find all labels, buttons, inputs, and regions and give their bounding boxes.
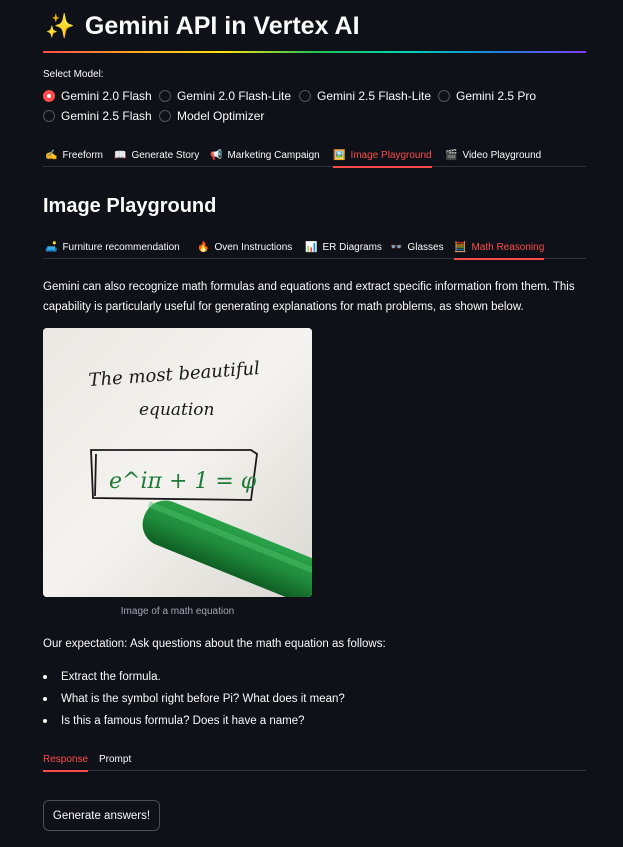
radio-indicator (159, 90, 171, 102)
tab-video-playground[interactable]: 🎬 Video Playground (445, 143, 541, 167)
tab-image-playground[interactable]: 🖼️ Image Playground (333, 143, 432, 168)
handwritten-line-2: equation (139, 400, 214, 420)
radio-gemini-2-5-flash-lite[interactable]: Gemini 2.5 Flash-Lite (299, 89, 431, 103)
page-title: ✨ Gemini API in Vertex AI (45, 12, 360, 41)
radio-indicator (299, 90, 311, 102)
radio-model-optimizer[interactable]: Model Optimizer (159, 109, 264, 123)
list-item: Extract the formula. (43, 668, 586, 690)
handwritten-formula: e^iπ + 1 = φ (109, 469, 257, 494)
tab-marketing-campaign[interactable]: 📢 Marketing Campaign (210, 143, 320, 167)
tab-generate-story[interactable]: 📖 Generate Story (114, 143, 199, 167)
radio-gemini-2-0-flash-lite[interactable]: Gemini 2.0 Flash-Lite (159, 89, 291, 103)
list-item: What is the symbol right before Pi? What… (43, 690, 586, 712)
result-tabs: Response Prompt (43, 747, 586, 772)
couch-icon: 🛋️ (45, 241, 58, 253)
tab-freeform[interactable]: ✍️ Freeform (45, 143, 103, 167)
book-icon: 📖 (114, 149, 127, 161)
megaphone-icon: 📢 (210, 149, 223, 161)
radio-indicator (43, 110, 55, 122)
section-heading: Image Playground (43, 195, 217, 217)
radio-gemini-2-5-flash[interactable]: Gemini 2.5 Flash (43, 109, 152, 123)
tab-oven-instructions[interactable]: 🔥 Oven Instructions (197, 235, 292, 259)
sub-tabs: 🛋️ Furniture recommendation 🔥 Oven Instr… (43, 235, 586, 260)
main-tabs: ✍️ Freeform 📖 Generate Story 📢 Marketing… (43, 143, 586, 168)
glasses-icon: 👓 (390, 241, 403, 253)
question-list: Extract the formula. What is the symbol … (43, 668, 586, 734)
sparkles-icon: ✨ (45, 13, 75, 40)
generate-answers-button[interactable]: Generate answers! (43, 800, 160, 831)
radio-gemini-2-5-pro[interactable]: Gemini 2.5 Pro (438, 89, 536, 103)
title-divider (43, 51, 586, 53)
radio-indicator (159, 110, 171, 122)
tab-math-reasoning[interactable]: 🧮 Math Reasoning (454, 235, 545, 260)
list-item: Is this a famous formula? Does it have a… (43, 712, 586, 734)
tab-er-diagrams[interactable]: 📊 ER Diagrams (305, 235, 382, 259)
writing-hand-icon: ✍️ (45, 149, 58, 161)
tab-prompt[interactable]: Prompt (99, 747, 131, 771)
clapper-board-icon: 🎬 (445, 149, 458, 161)
abacus-icon: 🧮 (454, 241, 467, 253)
tab-furniture-recommendation[interactable]: 🛋️ Furniture recommendation (45, 235, 180, 259)
radio-gemini-2-0-flash[interactable]: Gemini 2.0 Flash (43, 89, 152, 103)
fire-icon: 🔥 (197, 241, 210, 253)
bar-chart-icon: 📊 (305, 241, 318, 253)
expectation-text: Our expectation: Ask questions about the… (43, 638, 386, 650)
radio-selected-indicator (43, 90, 55, 102)
tab-response[interactable]: Response (43, 747, 89, 772)
math-equation-image: The most beautiful equation e^iπ + 1 = φ (43, 328, 312, 597)
image-caption: Image of a math equation (120, 606, 235, 617)
select-model-label: Select Model: (43, 69, 104, 80)
radio-indicator (438, 90, 450, 102)
page-title-text: Gemini API in Vertex AI (84, 12, 360, 40)
tab-glasses[interactable]: 👓 Glasses (390, 235, 444, 259)
framed-picture-icon: 🖼️ (333, 149, 346, 161)
description-text: Gemini can also recognize math formulas … (43, 281, 575, 313)
